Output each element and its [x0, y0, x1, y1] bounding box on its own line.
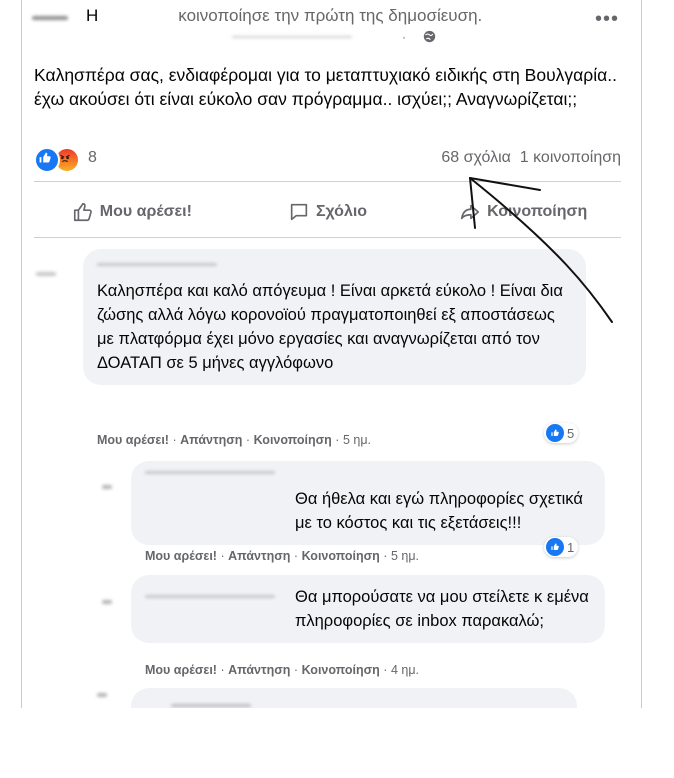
redacted-avatar	[102, 485, 112, 489]
like-button[interactable]: Μου αρέσει!	[34, 190, 230, 234]
like-reaction-icon[interactable]	[34, 147, 60, 173]
post-stats: 8 68 σχόλια 1 κοινοποίηση	[34, 147, 621, 173]
more-options-icon[interactable]: •••	[595, 8, 619, 31]
comment-reply-link[interactable]: Απάντηση	[228, 549, 290, 563]
like-icon	[546, 538, 564, 556]
comment-like-count[interactable]: 5	[544, 423, 579, 443]
post-header: Ηκοινοποίησε την πρώτη της δημοσίευση.	[86, 6, 482, 26]
comment-bubble-partial	[131, 688, 577, 708]
comment-time[interactable]: 4 ημ.	[391, 663, 419, 677]
separator: ·	[293, 663, 299, 677]
author-name[interactable]: Η	[86, 6, 98, 25]
comment-actions: Μου αρέσει! · Απάντηση · Κοινοποίηση · 5…	[97, 433, 371, 447]
comment-text: Θα μπορούσατε να μου στείλετε κ εμένα πλ…	[145, 585, 591, 633]
comment-like-link[interactable]: Μου αρέσει!	[97, 433, 169, 447]
redacted-avatar	[97, 693, 107, 697]
comment-actions: Μου αρέσει! · Απάντηση · Κοινοποίηση · 4…	[145, 663, 419, 677]
separator: ·	[383, 663, 388, 677]
redacted-meta	[232, 36, 352, 38]
comment-reply-link[interactable]: Απάντηση	[228, 663, 290, 677]
post-meta: ·	[402, 30, 436, 44]
comment-time[interactable]: 5 ημ.	[343, 433, 371, 447]
redacted-avatar	[32, 16, 68, 20]
comment-like-link[interactable]: Μου αρέσει!	[145, 549, 217, 563]
separator: ·	[172, 433, 177, 447]
like-count: 1	[567, 539, 575, 555]
separator: ·	[293, 549, 299, 563]
comment-like-count[interactable]: 1	[544, 537, 579, 557]
comment-bubble: Θα ήθελα και εγώ πληροφορίες σχετικά με …	[131, 461, 605, 545]
shares-count-link[interactable]: 1 κοινοποίηση	[520, 149, 621, 166]
comment-text: Καλησπέρα και καλό απόγευμα ! Είναι αρκε…	[97, 282, 563, 372]
redacted-avatar	[102, 600, 112, 604]
comment-bubble: Καλησπέρα και καλό απόγευμα ! Είναι αρκε…	[83, 249, 586, 385]
comment-button[interactable]: Σχόλιο	[230, 190, 426, 234]
post-body: Καλησπέρα σας, ενδιαφέρομαι για το μεταπ…	[34, 65, 617, 109]
post-action-bar: Μου αρέσει! Σχόλιο Κοινοποίηση	[34, 190, 621, 234]
share-label: Κοινοποίηση	[487, 203, 588, 220]
comment-icon	[290, 203, 308, 221]
divider	[34, 181, 621, 182]
comment-share-link[interactable]: Κοινοποίηση	[254, 433, 332, 447]
like-count: 5	[567, 425, 575, 441]
comment-actions: Μου αρέσει! · Απάντηση · Κοινοποίηση · 5…	[145, 549, 419, 563]
redacted-commenter	[97, 263, 217, 266]
divider	[34, 237, 621, 238]
separator: ·	[245, 433, 251, 447]
separator: ·	[335, 433, 340, 447]
thumbs-up-icon	[73, 202, 92, 222]
comment-text: Θα ήθελα και εγώ πληροφορίες σχετικά με …	[295, 490, 583, 532]
comment-text-content: Θα μπορούσατε να μου στείλετε κ εμένα πλ…	[295, 588, 589, 630]
comments-count-link[interactable]: 68 σχόλια	[441, 149, 510, 166]
shared-text: κοινοποίησε την πρώτη της δημοσίευση.	[178, 6, 483, 25]
comment-share-link[interactable]: Κοινοποίηση	[302, 663, 380, 677]
comment-time[interactable]: 5 ημ.	[391, 549, 419, 563]
facebook-post: Ηκοινοποίησε την πρώτη της δημοσίευση. ·…	[21, 0, 642, 708]
separator: ·	[220, 663, 225, 677]
like-label: Μου αρέσει!	[99, 203, 192, 220]
comment-reply-link[interactable]: Απάντηση	[180, 433, 242, 447]
reaction-count[interactable]: 8	[88, 149, 97, 167]
share-button[interactable]: Κοινοποίηση	[425, 190, 621, 234]
share-icon	[461, 204, 480, 220]
redacted-avatar	[36, 272, 56, 276]
comment-like-link[interactable]: Μου αρέσει!	[145, 663, 217, 677]
like-icon	[546, 424, 564, 442]
comment-label: Σχόλιο	[315, 203, 368, 220]
redacted-commenter	[145, 471, 275, 474]
separator: ·	[220, 549, 225, 563]
redacted-commenter	[145, 595, 275, 598]
meta-dot: ·	[402, 30, 406, 44]
redacted-commenter	[171, 704, 251, 707]
comment-bubble: Θα μπορούσατε να μου στείλετε κ εμένα πλ…	[131, 575, 605, 643]
separator: ·	[383, 549, 388, 563]
comment-share-link[interactable]: Κοινοποίηση	[302, 549, 380, 563]
globe-icon	[424, 30, 436, 43]
